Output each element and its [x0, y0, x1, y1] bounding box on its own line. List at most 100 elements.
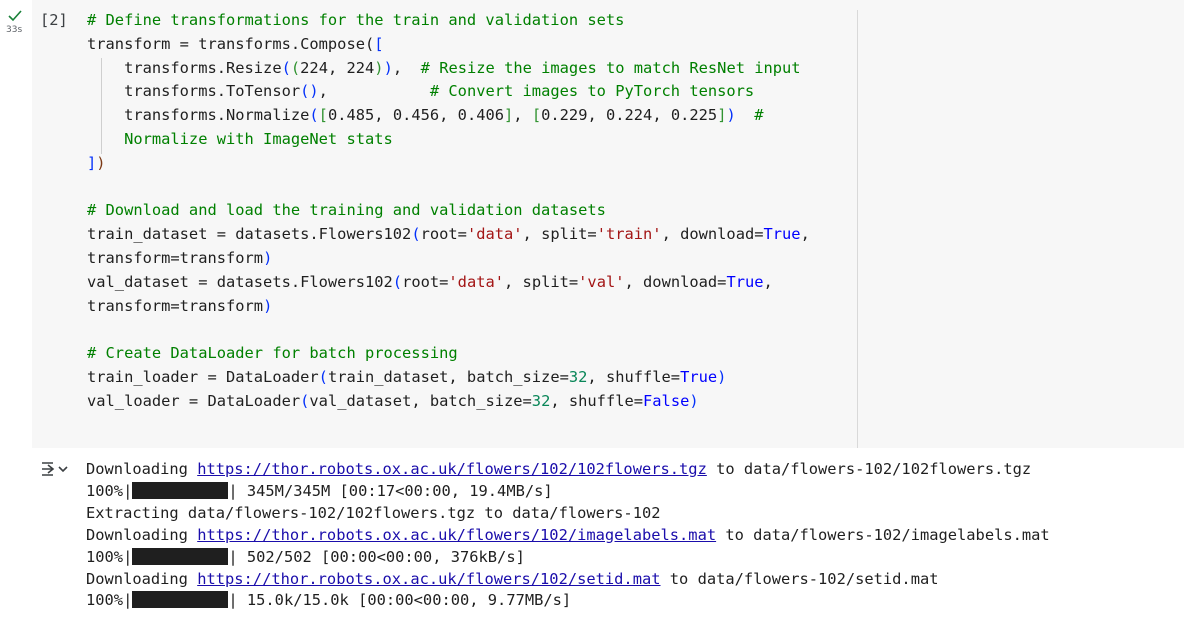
code-line: ]) — [87, 152, 106, 174]
code-token: train_dataset, batch_size= — [327, 368, 569, 386]
code-token: ) — [726, 106, 736, 125]
code-token: , shuffle= — [587, 368, 681, 386]
code-token: val_dataset = datasets.Flowers102 — [87, 272, 393, 291]
code-token: # Convert images to PyTorch tensors — [429, 82, 755, 101]
output-line: Downloading https://thor.robots.ox.ac.uk… — [86, 458, 1031, 480]
code-line: transforms.Normalize([0.485, 0.456, 0.40… — [87, 104, 764, 126]
code-token: 'data' — [448, 272, 505, 291]
code-token: True — [763, 225, 801, 244]
code-token: ] — [504, 106, 514, 125]
progress-line: 100%| | 345M/345M [00:17<00:00, 19.4MB/s] — [86, 480, 553, 502]
code-token: ) — [383, 58, 393, 77]
output-text: Downloading — [86, 460, 198, 478]
progress-percent: 100%| — [86, 481, 133, 500]
code-token: , download= — [624, 272, 727, 291]
code-token: , download= — [661, 225, 764, 244]
code-line: transform=transform) — [87, 295, 272, 317]
progress-line: 100%| | 15.0k/15.0k [00:00<00:00, 9.77MB/… — [86, 589, 571, 611]
code-token: 0.485, 0.456, 0.406 — [327, 106, 505, 125]
code-token: , — [318, 82, 430, 101]
code-token: ( — [411, 225, 421, 244]
code-token: , split= — [504, 272, 579, 291]
code-token: , shuffle= — [550, 391, 644, 410]
code-token: [ — [531, 106, 542, 125]
execution-count: [2] — [40, 11, 68, 29]
code-token: ) — [96, 153, 106, 172]
code-token: True — [726, 272, 764, 291]
output-text: Downloading — [86, 525, 198, 544]
code-token: # Download and load the training and val… — [87, 201, 606, 220]
output-text: | 15.0k/15.0k [00:00<00:00, 9.77MB/s] — [228, 591, 572, 610]
code-token: ) — [689, 391, 699, 410]
code-line: val_dataset = datasets.Flowers102(root='… — [87, 271, 773, 293]
output-line: Downloading https://thor.robots.ox.ac.uk… — [86, 568, 939, 590]
progress-bar — [132, 547, 229, 565]
code-token: Normalize with ImageNet stats — [87, 130, 393, 148]
code-token: val_loader = DataLoader — [87, 391, 301, 410]
code-token: root= — [402, 272, 449, 291]
code-token: ( — [318, 368, 328, 386]
output-text: | 345M/345M [00:17<00:00, 19.4MB/s] — [228, 481, 553, 500]
output-toggle-icon[interactable] — [40, 460, 70, 478]
code-token: train_dataset = datasets.Flowers102 — [87, 225, 412, 244]
code-line: transform = transforms.Compose([ — [87, 33, 384, 55]
code-token: root= — [420, 225, 467, 244]
code-token: 32 — [531, 391, 551, 410]
code-token: ] — [87, 153, 97, 172]
output-text: Downloading — [86, 569, 198, 588]
code-token: ) — [717, 368, 727, 386]
code-line: transform=transform) — [87, 247, 272, 269]
output-text: to data/flowers-102/setid.mat — [660, 569, 939, 588]
run-time: 33s — [6, 25, 23, 35]
code-token: , — [392, 58, 421, 77]
download-link[interactable]: https://thor.robots.ox.ac.uk/flowers/102… — [197, 460, 707, 478]
code-token: ( — [300, 391, 310, 410]
code-token: transforms.ToTensor — [87, 82, 301, 101]
code-token: 'train' — [596, 225, 662, 244]
code-line: val_loader = DataLoader(val_dataset, bat… — [87, 390, 699, 412]
code-token: transform=transform — [87, 249, 264, 267]
progress-percent: 100%| — [86, 547, 133, 566]
code-token: transforms.Resize — [87, 58, 282, 77]
code-token: [ — [374, 34, 384, 53]
code-token: ) — [374, 58, 384, 77]
output-line: Downloading https://thor.robots.ox.ac.uk… — [86, 524, 1050, 546]
code-token: # Create DataLoader for batch processing — [87, 344, 458, 363]
progress-bar — [132, 481, 229, 499]
code-token: , — [763, 272, 773, 291]
code-line: Normalize with ImageNet stats — [87, 128, 393, 150]
code-token: ) — [263, 249, 273, 267]
editor-divider — [857, 10, 858, 448]
check-icon[interactable] — [8, 10, 22, 22]
code-line: transforms.Resize((224, 224)), # Resize … — [87, 57, 801, 79]
code-token: True — [680, 368, 718, 386]
code-token: ( — [290, 58, 301, 77]
code-token: ( — [281, 58, 291, 77]
code-token: , — [513, 106, 532, 125]
code-line: # Define transformations for the train a… — [87, 9, 624, 31]
code-token: 'data' — [466, 225, 523, 244]
code-token: , — [800, 225, 810, 244]
code-token: () — [300, 82, 319, 101]
output-text: | 502/502 [00:00<00:00, 376kB/s] — [228, 547, 525, 566]
code-token: # Define transformations for the train a… — [87, 11, 625, 29]
progress-line: 100%| | 502/502 [00:00<00:00, 376kB/s] — [86, 546, 525, 568]
code-token: transforms.Normalize — [87, 106, 310, 125]
code-token: transform=transform — [87, 296, 264, 315]
code-token: 224, 224 — [300, 58, 375, 77]
output-text: to data/flowers-102/102flowers.tgz — [706, 460, 1032, 478]
code-token: , split= — [522, 225, 597, 244]
code-token: 0.229, 0.224, 0.225 — [541, 106, 718, 125]
download-link[interactable]: https://thor.robots.ox.ac.uk/flowers/102… — [197, 526, 716, 544]
code-token: [ — [318, 106, 328, 125]
code-token: False — [643, 391, 690, 410]
progress-percent: 100%| — [86, 591, 133, 610]
code-token: ( — [392, 272, 403, 291]
code-token: train_loader = DataLoader — [87, 368, 319, 386]
download-link[interactable]: https://thor.robots.ox.ac.uk/flowers/102… — [197, 570, 660, 588]
output-line: Extracting data/flowers-102/102flowers.t… — [86, 502, 661, 524]
progress-bar — [132, 591, 229, 609]
code-token: transform = transforms.Compose( — [87, 34, 375, 53]
code-token: # — [735, 106, 764, 125]
code-token: ( — [309, 106, 319, 125]
